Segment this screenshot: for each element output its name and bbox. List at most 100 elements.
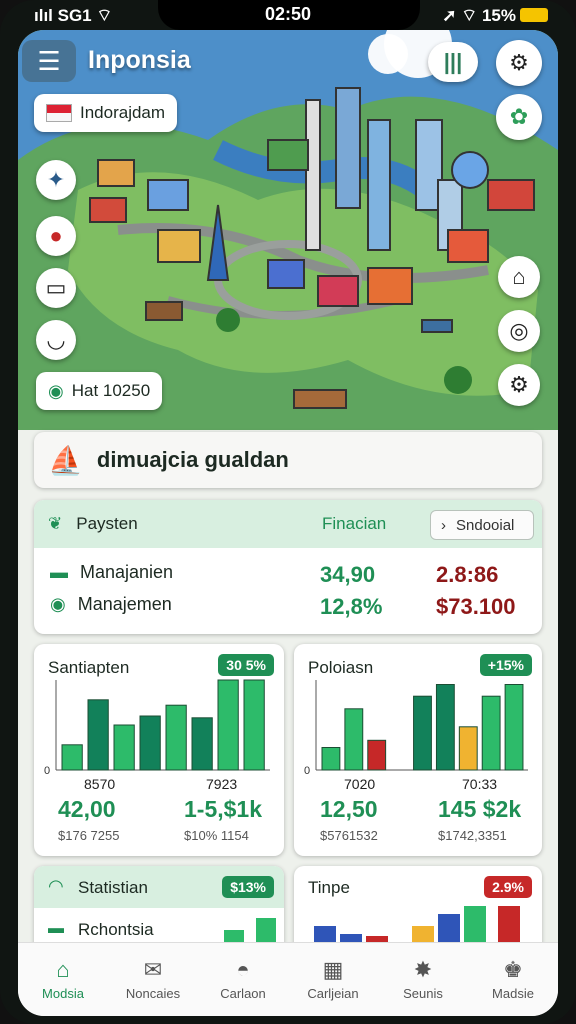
- chart-bar[interactable]: [165, 704, 187, 771]
- battery-icon: [520, 8, 548, 22]
- sailboat-icon: ⛵: [48, 444, 83, 476]
- map-tool-button-2[interactable]: ●: [36, 216, 76, 256]
- hat-label: Hat 10250: [71, 381, 151, 400]
- tick-label: 7020: [344, 776, 376, 792]
- finance-header-column: Finacian: [322, 514, 387, 533]
- chart-bar[interactable]: [413, 695, 432, 771]
- app-screen: ☰ Inponsia ||| ⚙ ✿ Indorajdam ✦ ● ▭ ◡ ◉ …: [18, 30, 558, 1016]
- chart-bar[interactable]: [61, 744, 83, 771]
- bottom-navigation: ⌂ Modsia ✉ Noncaies ◓ Carlaon ▦ Carljeia…: [18, 942, 558, 1016]
- stethoscope-icon: ◡: [46, 327, 66, 352]
- grid-icon: |||: [443, 49, 463, 74]
- chart-bar[interactable]: [458, 726, 478, 771]
- decline-badge: 2.9%: [484, 876, 532, 898]
- circle-check-icon: ◉: [50, 594, 66, 614]
- nav-item-madsie[interactable]: ♚ Madsie: [468, 943, 558, 1016]
- chart-bar[interactable]: [191, 717, 213, 771]
- inbox-icon: ✉: [143, 957, 163, 982]
- wifi-icon: ◠: [48, 876, 64, 896]
- map-settings-button[interactable]: ⚙: [498, 364, 540, 406]
- home-icon: ⌂: [56, 957, 70, 982]
- nav-item-seunis[interactable]: ✸ Seunis: [378, 943, 468, 1016]
- battery-indicator: ➚ ⌔ 15%: [442, 5, 548, 26]
- chart-bar[interactable]: [504, 684, 524, 771]
- leaf-icon: ❦: [48, 514, 63, 533]
- nav-label: Seunis: [403, 986, 443, 1001]
- stat-subvalue: $1742,3351: [438, 828, 507, 843]
- nav-item-carlaon[interactable]: ◓ Carlaon: [198, 943, 288, 1016]
- finance-select-button[interactable]: › Sndooial: [430, 510, 534, 540]
- home-icon: ⌂: [512, 264, 526, 289]
- badge-icon: ✸: [413, 957, 433, 982]
- city-map[interactable]: ☰ Inponsia ||| ⚙ ✿ Indorajdam ✦ ● ▭ ◡ ◉ …: [18, 30, 558, 430]
- home-map-button[interactable]: ⌂: [498, 256, 540, 298]
- hat-chip[interactable]: ◉ Hat 10250: [36, 372, 163, 410]
- camera-map-button[interactable]: ◎: [498, 310, 540, 352]
- nav-item-carljeian[interactable]: ▦ Carljeian: [288, 943, 378, 1016]
- nav-label: Madsie: [492, 986, 534, 1001]
- growth-badge: $13%: [222, 876, 274, 898]
- bar-chart: 0: [304, 680, 528, 777]
- chart-bar[interactable]: [344, 708, 364, 771]
- wallet-icon: ▬: [48, 920, 64, 937]
- stat-value: 1-5,$1k: [184, 796, 263, 822]
- building-icon: ▦: [322, 957, 344, 982]
- app-title: Inponsia: [88, 46, 191, 74]
- chat-icon: ▭: [45, 275, 67, 300]
- nav-item-modsia[interactable]: ⌂ Modsia: [18, 943, 108, 1016]
- chart-bar[interactable]: [217, 679, 239, 771]
- animal-icon: ✦: [46, 167, 66, 192]
- map-tool-button-1[interactable]: ✦: [36, 160, 76, 200]
- finance-row-value: 12,8%: [320, 594, 383, 619]
- settings-button[interactable]: ⚙: [496, 40, 542, 86]
- grid-view-button[interactable]: |||: [428, 42, 478, 82]
- card-title: Tinpe: [308, 878, 350, 897]
- location-label: Indorajdam: [80, 103, 166, 122]
- stat-card-santiapten[interactable]: Santiapten 30 5% 0 8570 7923 42,00 1-5,$…: [34, 644, 284, 856]
- status-bar: ılıl SG1 ⌔ 02:50 ➚ ⌔ 15%: [0, 0, 576, 30]
- bar-chart: 0: [44, 679, 270, 777]
- panel-title-bar: ⛵ dimuajcia gualdan: [34, 432, 542, 488]
- chevron-right-icon: ›: [441, 516, 446, 534]
- apps-icon: ✿: [509, 104, 529, 129]
- stat-value: 145 $2k: [438, 796, 522, 822]
- location-chip[interactable]: Indorajdam: [34, 94, 178, 132]
- chart-bar[interactable]: [367, 739, 387, 771]
- tick-label: 7923: [206, 776, 238, 792]
- stat-value: 42,00: [58, 796, 116, 822]
- chart-bar[interactable]: [435, 684, 455, 771]
- person-plus-icon: ♚: [503, 957, 523, 982]
- chart-bar[interactable]: [321, 747, 341, 771]
- chart-bar[interactable]: [243, 679, 265, 771]
- apps-button[interactable]: ✿: [496, 94, 542, 140]
- stat-card-poloiasn[interactable]: Poloiasn +15% 0 7020 70:33 12,50 145 $2k…: [294, 644, 542, 856]
- finance-row-label: Manajanien: [80, 562, 174, 582]
- chart-bar[interactable]: [481, 695, 501, 771]
- stat-subvalue: $176 7255: [58, 828, 120, 843]
- menu-icon: ☰: [37, 45, 61, 76]
- person-icon: ●: [49, 223, 63, 248]
- y-tick-label: 0: [304, 765, 310, 777]
- nav-item-noncaies[interactable]: ✉ Noncaies: [108, 943, 198, 1016]
- nav-label: Modsia: [42, 986, 84, 1001]
- select-label: Sndooial: [456, 516, 515, 534]
- map-tool-button-3[interactable]: ▭: [36, 268, 76, 308]
- finance-row-2[interactable]: ◉ Manajemen: [50, 594, 172, 615]
- menu-button[interactable]: ☰: [22, 40, 76, 82]
- nav-label: Carlaon: [220, 986, 266, 1001]
- growth-badge: 30 5%: [218, 654, 274, 676]
- finance-row-1[interactable]: ▬ Manajanien: [50, 562, 173, 583]
- chart-bar[interactable]: [87, 699, 109, 771]
- growth-badge: +15%: [479, 654, 532, 676]
- camera-icon: ◎: [509, 318, 529, 343]
- chart-bar[interactable]: [113, 724, 135, 771]
- hat-icon: ◉: [48, 380, 64, 401]
- map-tool-button-4[interactable]: ◡: [36, 320, 76, 360]
- finance-header-label: Paysten: [76, 514, 138, 533]
- finance-row-label: Manajemen: [77, 594, 172, 614]
- finance-header: ❦ Paysten Finacian › Sndooial: [34, 500, 542, 548]
- flag-icon: [46, 104, 72, 122]
- nav-label: Noncaies: [125, 986, 181, 1001]
- chart-bar[interactable]: [139, 715, 161, 771]
- card-row-label: Rchontsia: [78, 920, 154, 939]
